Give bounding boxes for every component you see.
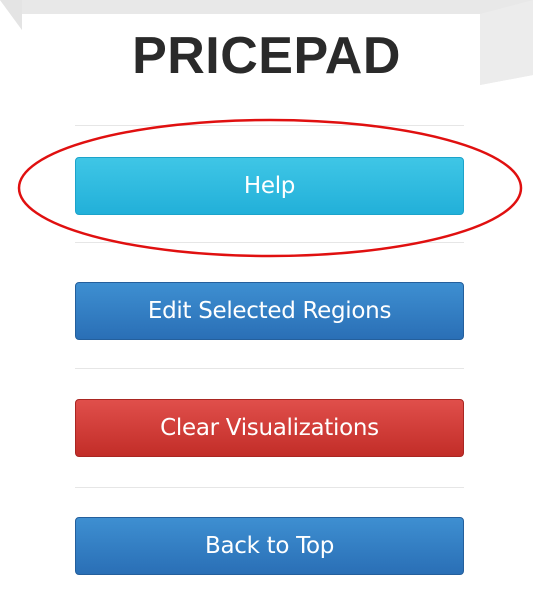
divider bbox=[75, 368, 464, 369]
clear-visualizations-button[interactable]: Clear Visualizations bbox=[75, 399, 464, 457]
edit-selected-regions-button[interactable]: Edit Selected Regions bbox=[75, 282, 464, 340]
back-to-top-button[interactable]: Back to Top bbox=[75, 517, 464, 575]
app-title: PRICEPAD bbox=[132, 27, 401, 85]
divider bbox=[75, 242, 464, 243]
divider bbox=[75, 487, 464, 488]
help-button[interactable]: Help bbox=[75, 157, 464, 215]
divider bbox=[75, 125, 464, 126]
